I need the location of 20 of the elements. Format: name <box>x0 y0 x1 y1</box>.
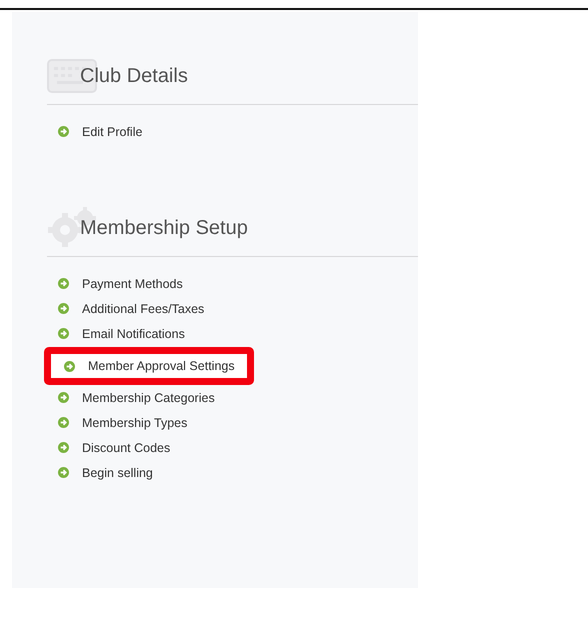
menu-link[interactable]: Email Notifications <box>82 326 185 340</box>
arrow-circle-icon <box>58 392 69 403</box>
section-title: Club Details <box>80 64 188 88</box>
arrow-circle-icon <box>64 360 75 372</box>
menu-link[interactable]: Membership Categories <box>82 390 215 404</box>
menu-link[interactable]: Member Approval Settings <box>88 359 235 373</box>
menu-link[interactable]: Edit Profile <box>82 124 142 138</box>
arrow-circle-icon <box>58 328 69 339</box>
arrow-circle-icon <box>58 417 69 428</box>
menu-link[interactable]: Membership Types <box>82 416 188 430</box>
section-title: Membership Setup <box>80 216 248 240</box>
menu-link[interactable]: Payment Methods <box>82 276 183 290</box>
arrow-circle-icon <box>58 442 69 453</box>
arrow-circle-icon <box>58 278 69 289</box>
arrow-circle-icon <box>58 303 69 314</box>
menu-link[interactable]: Begin selling <box>82 466 153 480</box>
arrow-circle-icon <box>58 467 69 478</box>
arrow-circle-icon <box>58 126 69 137</box>
menu-link[interactable]: Additional Fees/Taxes <box>82 302 204 316</box>
menu-link[interactable]: Discount Codes <box>82 440 170 454</box>
